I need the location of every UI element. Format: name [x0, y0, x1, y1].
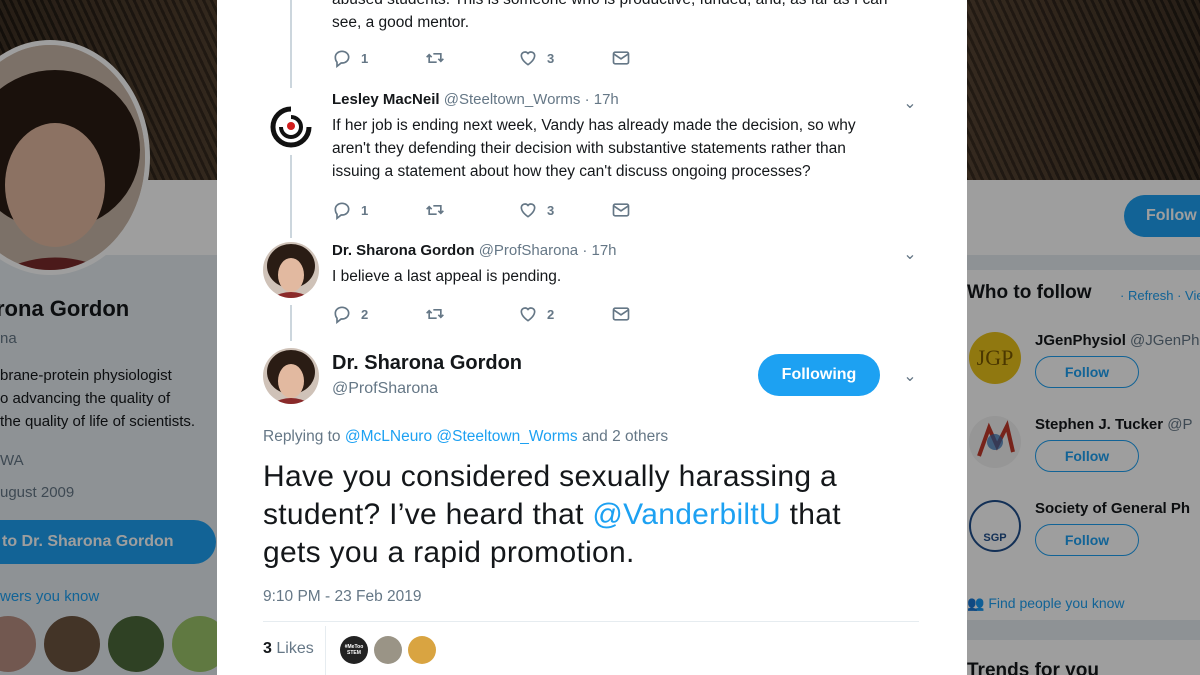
reply-icon — [334, 306, 350, 324]
tweet-actions: 1 3 — [332, 199, 704, 221]
chevron-down-icon[interactable]: ⌄ — [901, 95, 919, 113]
likes-stat[interactable]: 3 Likes — [263, 640, 314, 658]
author-photo — [263, 348, 319, 404]
tweet-header: Dr. Sharona Gordon @ProfSharona · 17h — [332, 242, 617, 259]
thread-line — [290, 150, 292, 238]
mention-link[interactable]: @McLNeuro — [345, 428, 432, 445]
thread-line — [290, 305, 292, 341]
mention-link[interactable]: @VanderbiltU — [592, 498, 781, 531]
reply-icon — [334, 202, 350, 220]
mail-icon — [612, 203, 630, 217]
direct-message-button[interactable] — [611, 304, 704, 324]
author-handle[interactable]: @ProfSharona — [332, 380, 438, 398]
chevron-down-icon[interactable]: ⌄ — [901, 246, 919, 264]
reply-button[interactable]: 1 — [332, 48, 425, 68]
chevron-down-icon[interactable]: ⌄ — [901, 368, 919, 386]
retweet-icon — [426, 53, 444, 63]
avatar[interactable] — [263, 99, 319, 155]
author-name[interactable]: Dr. Sharona Gordon — [332, 242, 475, 259]
tweet-time[interactable]: · 17h — [582, 242, 616, 259]
like-count: 3 — [547, 50, 555, 66]
retweet-icon — [426, 205, 444, 215]
like-button[interactable]: 3 — [518, 200, 611, 220]
reply-icon — [334, 50, 350, 68]
tweet-header: Lesley MacNeil @Steeltown_Worms · 17h — [332, 91, 619, 108]
mail-icon — [612, 307, 630, 321]
retweet-icon — [426, 309, 444, 319]
tweet-text: If her job is ending next week, Vandy ha… — [332, 117, 856, 180]
reply-count: 1 — [361, 202, 369, 218]
metoo-badge-text: #MeToo STEM — [344, 644, 364, 656]
reply-button[interactable]: 2 — [332, 304, 425, 324]
avatar[interactable] — [263, 348, 319, 404]
tweet-timestamp[interactable]: 9:10 PM - 23 Feb 2019 — [263, 588, 422, 606]
avatar[interactable] — [408, 636, 436, 664]
divider — [325, 626, 326, 675]
retweet-button[interactable] — [425, 304, 518, 324]
heart-icon — [520, 307, 536, 322]
tweet-text: Have you considered sexually harassing a… — [263, 458, 903, 572]
replying-to: Replying to @McLNeuro @Steeltown_Worms a… — [263, 428, 668, 446]
tweet-actions: 1 3 — [332, 47, 704, 69]
tweet-modal: abused students. This is someone who is … — [217, 0, 967, 675]
author-photo — [263, 242, 319, 298]
likes-label: Likes — [276, 640, 314, 657]
reply-button[interactable]: 1 — [332, 200, 425, 220]
heart-icon — [520, 51, 536, 66]
avatar[interactable] — [374, 636, 402, 664]
reply-count: 1 — [361, 50, 369, 66]
heart-icon — [520, 203, 536, 218]
tweet-actions: 2 2 — [332, 303, 704, 325]
mention-link[interactable]: @Steeltown_Worms — [436, 428, 577, 445]
thread-line — [290, 0, 292, 88]
like-count: 2 — [547, 306, 555, 322]
retweet-button[interactable] — [425, 200, 518, 220]
tweet-text: abused students. This is someone who is … — [332, 0, 892, 34]
direct-message-button[interactable] — [611, 200, 704, 220]
replying-others[interactable]: and 2 others — [582, 428, 668, 445]
author-handle[interactable]: @ProfSharona — [479, 242, 578, 259]
like-count: 3 — [547, 202, 555, 218]
direct-message-button[interactable] — [611, 48, 704, 68]
tweet-time[interactable]: · 17h — [585, 91, 619, 108]
tweet-text-line: see, a good mentor. — [332, 14, 470, 31]
tweet-text-line: abused students. This is someone who is … — [332, 0, 892, 11]
following-button[interactable]: Following — [758, 354, 880, 396]
swirl-logo-icon — [270, 106, 312, 148]
author-name[interactable]: Dr. Sharona Gordon — [332, 352, 522, 375]
author-handle[interactable]: @Steeltown_Worms — [444, 91, 581, 108]
avatar[interactable]: #MeToo STEM — [340, 636, 368, 664]
likes-count: 3 — [263, 640, 272, 657]
retweet-button[interactable] — [425, 48, 518, 68]
replying-prefix: Replying to — [263, 428, 341, 445]
like-button[interactable]: 3 — [518, 48, 611, 68]
author-name[interactable]: Lesley MacNeil — [332, 91, 440, 108]
mail-icon — [612, 51, 630, 65]
avatar[interactable] — [263, 242, 319, 298]
reply-count: 2 — [361, 306, 369, 322]
divider — [263, 621, 919, 622]
like-button[interactable]: 2 — [518, 304, 611, 324]
tweet-text: I believe a last appeal is pending. — [332, 268, 562, 285]
